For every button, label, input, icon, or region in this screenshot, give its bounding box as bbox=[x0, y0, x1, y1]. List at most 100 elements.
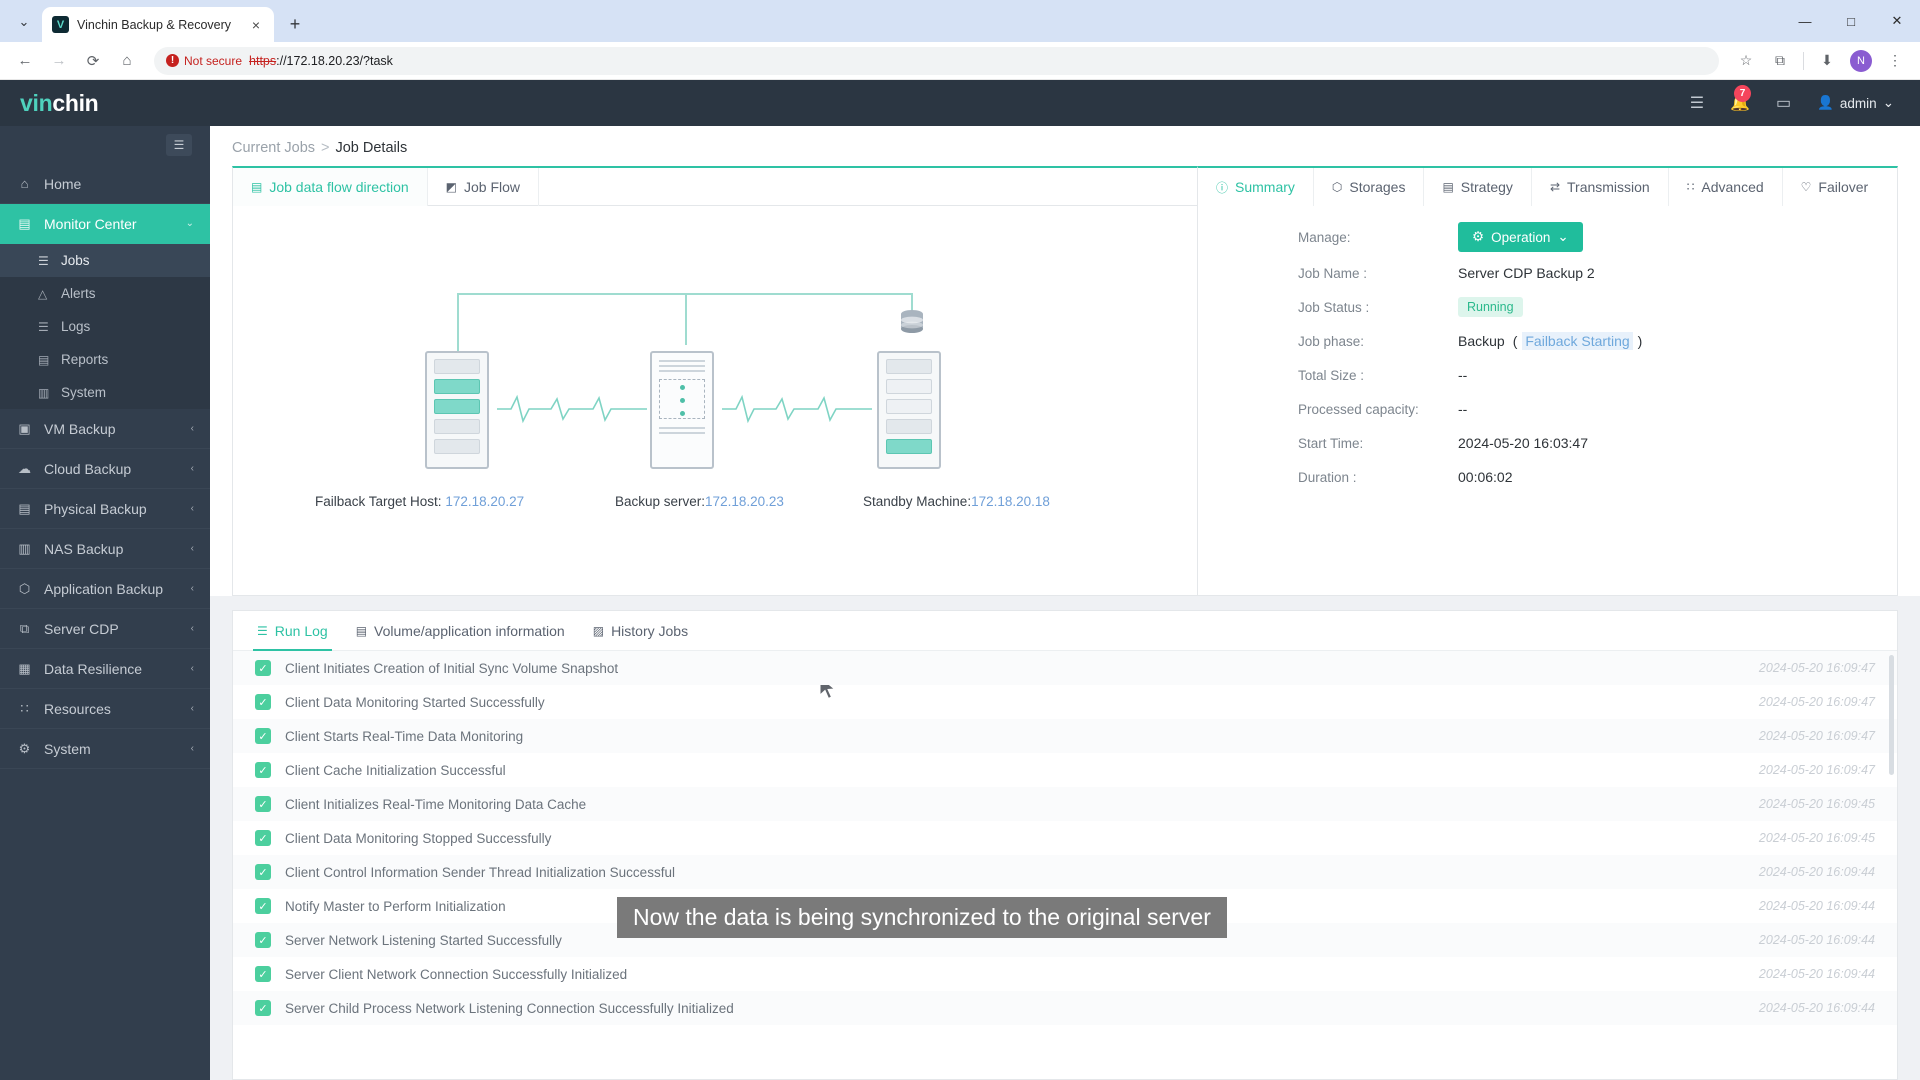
sidebar-label-jobs: Jobs bbox=[61, 253, 90, 268]
detail-row-duration: Duration : 00:06:02 bbox=[1198, 464, 1897, 490]
detail-label-start-time: Start Time: bbox=[1298, 435, 1364, 451]
diagram-canvas: Failback Target Host: 172.18.20.27 Backu… bbox=[285, 251, 1145, 551]
home-icon[interactable]: ⌂ bbox=[112, 46, 142, 76]
data-resilience-icon: ▦ bbox=[18, 660, 31, 676]
sidebar-item-logs[interactable]: ☰ Logs bbox=[0, 310, 210, 343]
label-prefix-failback-target-host: Failback Target Host: bbox=[315, 493, 446, 509]
sidebar-item-monitor-center[interactable]: ▤ Monitor Center ⌄ bbox=[0, 204, 210, 244]
log-message: Server Child Process Network Listening C… bbox=[285, 1000, 734, 1016]
left-panel-tabs: ▤ Job data flow direction ◩ Job Flow bbox=[233, 168, 1197, 206]
sidebar-item-vm-backup[interactable]: ▣ VM Backup ‹ bbox=[0, 409, 210, 449]
notification-badge: 7 bbox=[1734, 85, 1752, 102]
sidebar-item-data-resilience[interactable]: ▦ Data Resilience ‹ bbox=[0, 649, 210, 689]
forward-icon[interactable]: → bbox=[44, 46, 74, 76]
browser-tab[interactable]: V Vinchin Backup & Recovery × bbox=[42, 7, 274, 42]
tab-strategy[interactable]: ▤ Strategy bbox=[1424, 168, 1532, 206]
sidebar-label-home: Home bbox=[44, 175, 82, 192]
manage-row: Manage: ⚙ Operation ⌄ bbox=[1198, 206, 1897, 252]
log-message: Client Initiates Creation of Initial Syn… bbox=[285, 660, 619, 676]
profile-avatar[interactable]: N bbox=[1846, 46, 1876, 76]
tab-transmission[interactable]: ⇄ Transmission bbox=[1532, 168, 1669, 206]
detail-label-job-status: Job Status : bbox=[1298, 299, 1370, 315]
tab-job-flow[interactable]: ◩ Job Flow bbox=[428, 168, 540, 206]
operation-button[interactable]: ⚙ Operation ⌄ bbox=[1458, 222, 1583, 252]
connector-vertical-middle bbox=[685, 292, 687, 345]
sidebar-item-server-cdp[interactable]: ⧉ Server CDP ‹ bbox=[0, 609, 210, 649]
toolbar-divider bbox=[1803, 51, 1804, 70]
sidebar-label-logs: Logs bbox=[61, 319, 91, 334]
sidebar-item-application-backup[interactable]: ⬡ Application Backup ‹ bbox=[0, 569, 210, 609]
downloads-icon[interactable]: ⬇ bbox=[1812, 46, 1842, 76]
success-check-icon: ✓ bbox=[255, 762, 271, 778]
close-tab-icon[interactable]: × bbox=[248, 17, 264, 33]
browser-tab-strip: ⌄ V Vinchin Backup & Recovery × + — □ ✕ bbox=[0, 0, 1920, 42]
sidebar-item-cloud-backup[interactable]: ☁ Cloud Backup ‹ bbox=[0, 449, 210, 489]
tab-history-jobs[interactable]: ▨ History Jobs bbox=[579, 611, 702, 651]
tab-run-log[interactable]: ☰ Run Log bbox=[243, 611, 342, 651]
sidebar-item-jobs[interactable]: ☰ Jobs bbox=[0, 244, 210, 277]
browser-menu-icon[interactable]: ⋮ bbox=[1880, 46, 1910, 76]
doc-line bbox=[659, 369, 705, 372]
close-window-button[interactable]: ✕ bbox=[1874, 0, 1920, 42]
run-log-list[interactable]: ✓ Client Initiates Creation of Initial S… bbox=[233, 651, 1897, 1079]
tab-search-chevron-icon[interactable]: ⌄ bbox=[6, 5, 42, 39]
jobs-icon: ☰ bbox=[38, 253, 49, 268]
detail-row-job-phase: Job phase: Backup ( Failback Starting ) bbox=[1198, 328, 1897, 354]
detail-value-job-phase: Backup bbox=[1458, 333, 1505, 349]
tab-label-advanced: Advanced bbox=[1701, 179, 1764, 195]
bell-icon[interactable]: 🔔 7 bbox=[1730, 85, 1752, 113]
sidebar-collapse-button[interactable]: ☰ bbox=[166, 134, 192, 156]
back-icon[interactable]: ← bbox=[10, 46, 40, 76]
tab-label-job-data-flow-direction: Job data flow direction bbox=[269, 179, 409, 195]
log-timestamp: 2024-05-20 16:09:44 bbox=[1758, 933, 1875, 947]
user-menu[interactable]: 👤 admin ⌄ bbox=[1817, 95, 1894, 111]
bookmark-star-icon[interactable]: ☆ bbox=[1731, 46, 1761, 76]
tab-advanced[interactable]: ∷ Advanced bbox=[1669, 168, 1783, 206]
sidebar-item-reports[interactable]: ▤ Reports bbox=[0, 343, 210, 376]
breadcrumb-parent[interactable]: Current Jobs bbox=[232, 140, 315, 156]
minimize-window-button[interactable]: — bbox=[1782, 0, 1828, 42]
success-check-icon: ✓ bbox=[255, 898, 271, 914]
log-timestamp: 2024-05-20 16:09:47 bbox=[1758, 763, 1875, 777]
tab-label-failover: Failover bbox=[1818, 179, 1869, 195]
reload-icon[interactable]: ⟳ bbox=[78, 46, 108, 76]
sidebar-submenu-monitor-center: ☰ Jobs △ Alerts ☰ Logs ▤ Reports ▥ Syste… bbox=[0, 244, 210, 409]
sidebar-item-alerts[interactable]: △ Alerts bbox=[0, 277, 210, 310]
log-row: ✓ Client Starts Real-Time Data Monitorin… bbox=[233, 719, 1897, 753]
sidebar-item-resources[interactable]: ∷ Resources ‹ bbox=[0, 689, 210, 729]
address-bar[interactable]: ! Not secure https://172.18.20.23/?task bbox=[154, 46, 1719, 75]
detail-row-total-size: Total Size : -- bbox=[1198, 362, 1897, 388]
vinchin-favicon-icon: V bbox=[52, 16, 69, 33]
new-tab-button[interactable]: + bbox=[280, 9, 310, 39]
success-check-icon: ✓ bbox=[255, 1000, 271, 1016]
sidebar-item-physical-backup[interactable]: ▤ Physical Backup ‹ bbox=[0, 489, 210, 529]
log-scrollbar[interactable] bbox=[1889, 655, 1894, 775]
job-phase-link[interactable]: Failback Starting bbox=[1522, 332, 1633, 350]
maximize-window-button[interactable]: □ bbox=[1828, 0, 1874, 42]
document-icon[interactable]: ☰ bbox=[1690, 93, 1704, 113]
tab-storages[interactable]: ⬡ Storages bbox=[1314, 168, 1425, 206]
extensions-icon[interactable]: ⧉ bbox=[1765, 46, 1795, 76]
node-backup-server bbox=[650, 350, 714, 469]
url-scheme: https bbox=[249, 53, 277, 68]
log-row: ✓ Client Data Monitoring Started Success… bbox=[233, 685, 1897, 719]
sidebar-item-home[interactable]: ⌂ Home bbox=[0, 164, 210, 204]
tab-job-data-flow-direction[interactable]: ▤ Job data flow direction bbox=[233, 168, 428, 206]
vinchin-logo[interactable]: vinchin bbox=[0, 90, 210, 117]
node-standby-machine bbox=[877, 350, 941, 469]
tab-failover[interactable]: ♡ Failover bbox=[1783, 168, 1887, 206]
cloud-backup-icon: ☁ bbox=[18, 460, 31, 476]
doc-dot bbox=[680, 410, 685, 416]
not-secure-indicator[interactable]: ! Not secure bbox=[166, 54, 242, 68]
sidebar-item-system-monitor[interactable]: ▥ System bbox=[0, 376, 210, 409]
log-message: Client Data Monitoring Stopped Successfu… bbox=[285, 830, 552, 846]
sidebar-label-system: System bbox=[44, 740, 91, 757]
server-slot bbox=[434, 398, 480, 414]
log-timestamp: 2024-05-20 16:09:44 bbox=[1758, 865, 1875, 879]
tab-summary[interactable]: ⓘ Summary bbox=[1198, 168, 1314, 206]
server-slot bbox=[886, 418, 932, 434]
sidebar-item-system[interactable]: ⚙ System ‹ bbox=[0, 729, 210, 769]
monitor-icon[interactable]: ▭ bbox=[1776, 93, 1791, 113]
tab-volume-application-information[interactable]: ▤ Volume/application information bbox=[342, 611, 579, 651]
sidebar-item-nas-backup[interactable]: ▥ NAS Backup ‹ bbox=[0, 529, 210, 569]
